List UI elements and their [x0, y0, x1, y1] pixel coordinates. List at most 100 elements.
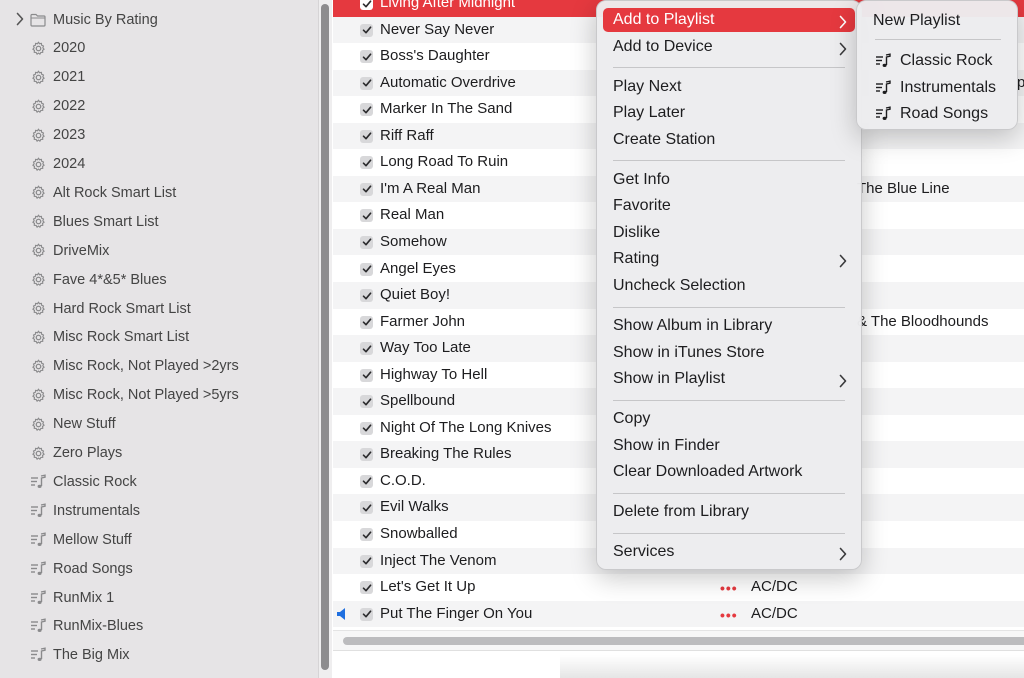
- sidebar-item-label: 2024: [53, 156, 86, 172]
- submenu-item-playlist[interactable]: Classic Rock: [857, 49, 1017, 73]
- chevron-right-icon[interactable]: [16, 12, 26, 26]
- playlist-icon: [30, 532, 46, 548]
- sidebar-item[interactable]: 2020: [0, 34, 318, 63]
- more-options-button[interactable]: •••: [720, 607, 738, 623]
- table-row[interactable]: Let's Get It Up ••• AC/DC: [333, 574, 1024, 601]
- menu-item-create-station[interactable]: Create Station: [603, 128, 855, 152]
- menu-item-rating[interactable]: Rating: [603, 247, 855, 271]
- menu-item-services[interactable]: Services: [603, 540, 855, 564]
- gear-icon: [30, 445, 46, 461]
- menu-item-dislike[interactable]: Dislike: [603, 221, 855, 245]
- menu-item-label: Copy: [613, 410, 651, 427]
- gear-icon: [30, 69, 46, 85]
- track-title: Somehow: [380, 232, 447, 250]
- track-checkbox[interactable]: [360, 0, 373, 10]
- sidebar: Music By Rating 2020 2021 2022 2023 2024 Alt R…: [0, 0, 318, 678]
- track-checkbox[interactable]: [360, 501, 373, 515]
- track-checkbox[interactable]: [360, 23, 373, 37]
- menu-item-get-info[interactable]: Get Info: [603, 168, 855, 192]
- track-checkbox[interactable]: [360, 474, 373, 488]
- menu-item-label: Add to Device: [613, 37, 713, 55]
- sidebar-item-label: Instrumentals: [53, 502, 141, 519]
- sidebar-item[interactable]: Road Songs: [0, 554, 318, 583]
- track-checkbox[interactable]: [360, 448, 373, 462]
- playlist-icon: [30, 474, 46, 490]
- track-checkbox[interactable]: [360, 76, 373, 90]
- track-checkbox[interactable]: [360, 395, 373, 409]
- sidebar-item[interactable]: Misc Rock, Not Played >5yrs: [0, 381, 318, 410]
- more-options-button[interactable]: •••: [720, 580, 738, 596]
- sidebar-scrollbar[interactable]: [318, 0, 332, 678]
- sidebar-item[interactable]: The Big Mix: [0, 641, 318, 670]
- sidebar-item[interactable]: Instrumentals: [0, 496, 318, 525]
- track-checkbox[interactable]: [360, 209, 373, 223]
- sidebar-item[interactable]: Classic Rock: [0, 467, 318, 496]
- track-checkbox[interactable]: [360, 235, 373, 249]
- sidebar-scroll-thumb[interactable]: [321, 4, 329, 670]
- sidebar-item[interactable]: RunMix-Blues: [0, 612, 318, 641]
- sidebar-item[interactable]: RunMix 1: [0, 583, 318, 612]
- menu-item-label: Add to Playlist: [613, 11, 715, 28]
- track-checkbox[interactable]: [360, 554, 373, 568]
- track-checkbox[interactable]: [360, 289, 373, 303]
- sidebar-item[interactable]: Hard Rock Smart List: [0, 294, 318, 323]
- menu-item-show-in-finder[interactable]: Show in Finder: [603, 434, 855, 458]
- sidebar-item[interactable]: 2022: [0, 92, 318, 121]
- submenu-item-playlist[interactable]: Road Songs: [857, 102, 1017, 126]
- sidebar-item[interactable]: Music By Rating: [0, 5, 318, 34]
- sidebar-item[interactable]: New Stuff: [0, 410, 318, 439]
- menu-item-play-later[interactable]: Play Later: [603, 101, 855, 125]
- sidebar-item[interactable]: 2021: [0, 63, 318, 92]
- sidebar-item[interactable]: Misc Rock Smart List: [0, 323, 318, 352]
- menu-item-show-in-playlist[interactable]: Show in Playlist: [603, 367, 855, 391]
- track-title: Riff Raff: [380, 126, 434, 144]
- menu-item-label: Show in Finder: [613, 436, 720, 454]
- sidebar-item[interactable]: Misc Rock, Not Played >2yrs: [0, 352, 318, 381]
- submenu-item-new-playlist[interactable]: New Playlist: [857, 9, 1017, 33]
- sidebar-item[interactable]: 2024: [0, 150, 318, 179]
- menu-item-add-to-playlist[interactable]: Add to Playlist: [603, 8, 855, 32]
- table-row[interactable]: Put The Finger On You ••• AC/DC: [333, 600, 1024, 628]
- menu-item-copy[interactable]: Copy: [603, 407, 855, 431]
- track-checkbox[interactable]: [360, 607, 373, 621]
- gear-icon: [30, 40, 46, 56]
- track-checkbox[interactable]: [360, 581, 373, 595]
- track-checkbox[interactable]: [360, 129, 373, 143]
- track-checkbox[interactable]: [360, 528, 373, 541]
- track-checkbox[interactable]: [360, 315, 373, 329]
- sidebar-item[interactable]: Mellow Stuff: [0, 525, 318, 554]
- gear-icon: [30, 301, 46, 317]
- menu-item-label: Delete from Library: [613, 503, 750, 521]
- track-checkbox[interactable]: [360, 103, 373, 117]
- menu-item-show-album-in-library[interactable]: Show Album in Library: [603, 314, 855, 338]
- menu-item-show-in-itunes-store[interactable]: Show in iTunes Store: [603, 341, 855, 365]
- menu-item-add-to-device[interactable]: Add to Device: [603, 35, 855, 59]
- menu-separator: [613, 399, 845, 401]
- menu-item-play-next[interactable]: Play Next: [603, 75, 855, 99]
- menu-item-delete-from-library[interactable]: Delete from Library: [603, 500, 855, 524]
- track-checkbox[interactable]: [360, 262, 373, 276]
- track-checkbox[interactable]: [360, 368, 373, 382]
- track-title: Let's Get It Up: [380, 578, 476, 596]
- menu-item-clear-downloaded-artwork[interactable]: Clear Downloaded Artwork: [603, 460, 855, 484]
- chevron-right-icon: [839, 545, 847, 561]
- horizontal-scrollbar[interactable]: [333, 630, 1024, 650]
- track-checkbox[interactable]: [360, 421, 373, 435]
- sidebar-item[interactable]: Alt Rock Smart List: [0, 178, 318, 207]
- horizontal-scroll-thumb[interactable]: [343, 637, 1024, 645]
- menu-item-uncheck-selection[interactable]: Uncheck Selection: [603, 274, 855, 298]
- submenu-item-label: Road Songs: [900, 105, 989, 123]
- sidebar-item[interactable]: DriveMix: [0, 236, 318, 265]
- track-checkbox[interactable]: [360, 156, 373, 170]
- sidebar-item[interactable]: Fave 4*&5* Blues: [0, 265, 318, 294]
- menu-item-favorite[interactable]: Favorite: [603, 194, 855, 218]
- track-title: Snowballed: [380, 525, 458, 542]
- sidebar-item[interactable]: 2023: [0, 121, 318, 150]
- sidebar-item[interactable]: Blues Smart List: [0, 207, 318, 236]
- track-checkbox[interactable]: [360, 50, 373, 64]
- submenu-item-playlist[interactable]: Instrumentals: [857, 76, 1017, 100]
- track-checkbox[interactable]: [360, 342, 373, 356]
- track-title: Farmer John: [380, 312, 466, 330]
- track-checkbox[interactable]: [360, 182, 373, 196]
- sidebar-item[interactable]: Zero Plays: [0, 439, 318, 468]
